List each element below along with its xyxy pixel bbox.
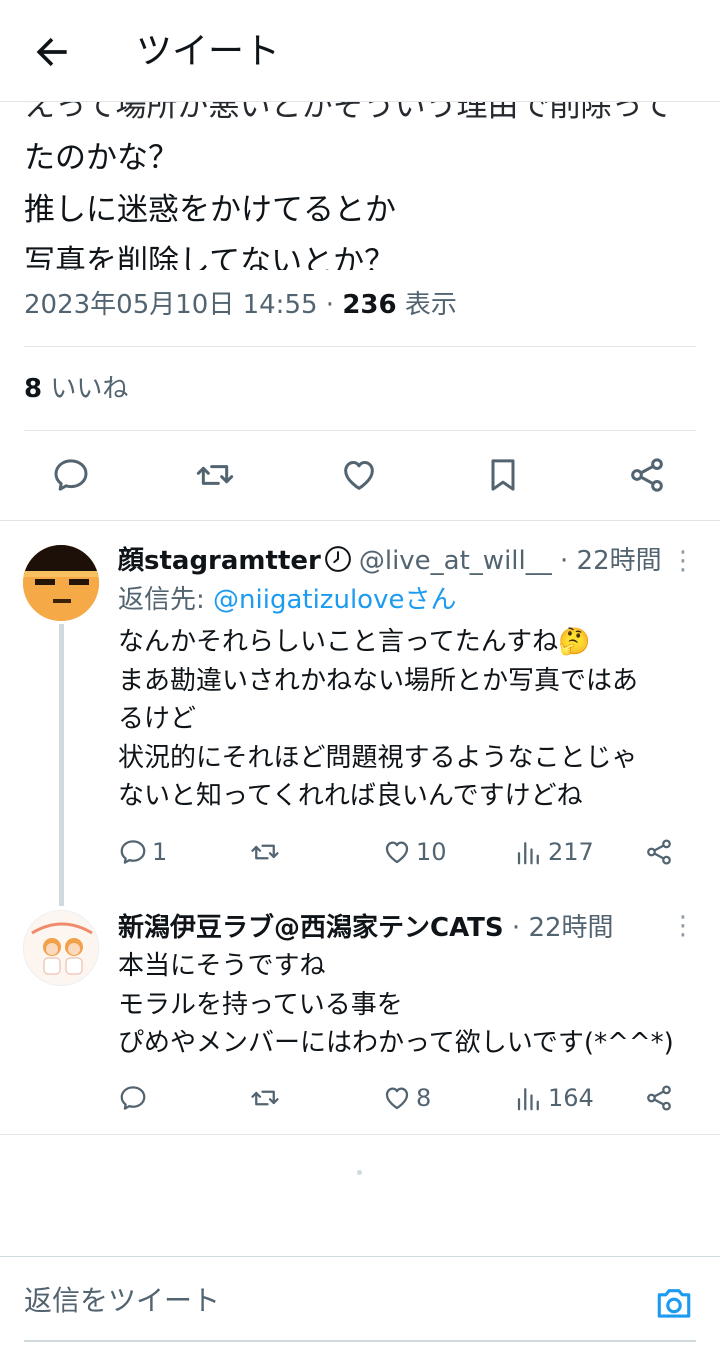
tweet-text: えって場所が悪いとかそういう理由で削除って たのかな？ 推しに迷惑をかけてるとか… bbox=[24, 80, 704, 270]
page-title: ツイート bbox=[136, 31, 281, 72]
time-ago[interactable]: · 22時間 bbox=[512, 913, 614, 943]
reply-composer: 返信をツイート bbox=[0, 1256, 720, 1346]
divider bbox=[0, 520, 720, 521]
likes-summary[interactable]: 8 いいね bbox=[24, 371, 128, 407]
retweet-button[interactable] bbox=[250, 834, 280, 870]
back-arrow-icon[interactable] bbox=[30, 30, 74, 74]
avatar[interactable] bbox=[23, 910, 99, 986]
reply-to-label: 返信先: bbox=[118, 585, 214, 615]
reply-text-line: なんかそれらしいこと言ってたんすね🤔 bbox=[118, 627, 591, 657]
analytics-icon bbox=[517, 842, 539, 865]
avatar[interactable] bbox=[23, 545, 99, 621]
reply-header: 顔stagramtter @live_at_will__ · 22時間 bbox=[118, 543, 662, 579]
reply-text: 本当にそうですね モラルを持っている事を ぴめやメンバーにはわかって欲しいです(… bbox=[118, 947, 703, 1063]
view-count: 236 bbox=[342, 290, 397, 320]
reply-icon bbox=[120, 1086, 146, 1110]
time-ago[interactable]: · 22時間 bbox=[560, 546, 662, 576]
reply-text-line: 本当にそうですね bbox=[118, 951, 326, 981]
heart-icon bbox=[385, 1087, 409, 1110]
heart-icon bbox=[344, 461, 374, 490]
like-button[interactable]: 8 bbox=[382, 1080, 431, 1116]
bookmark-button[interactable] bbox=[479, 451, 527, 499]
view-label: 表示 bbox=[396, 290, 457, 320]
divider bbox=[24, 346, 696, 347]
retweet-button[interactable] bbox=[191, 451, 239, 499]
reply-text-line: まあ勘違いされかねない場所とか写真ではあ bbox=[118, 665, 639, 696]
tweet-text-line: 写真を削除してないとか？ bbox=[24, 244, 396, 270]
more-options-icon[interactable]: ⋮ bbox=[670, 908, 696, 944]
camera-icon[interactable] bbox=[654, 1285, 694, 1321]
share-button[interactable] bbox=[644, 1080, 674, 1116]
reply-input[interactable]: 返信をツイート bbox=[24, 1281, 220, 1321]
tweet-meta: 2023年05月10日 14:55 · 236 表示 bbox=[24, 286, 457, 324]
top-bar: ツイート bbox=[0, 0, 720, 102]
input-underline bbox=[24, 1340, 696, 1342]
like-button[interactable] bbox=[335, 451, 383, 499]
retweet-button[interactable] bbox=[250, 1080, 280, 1116]
reply-text-line: モラルを持っている事を bbox=[118, 989, 403, 1020]
reply-text-line: るけど bbox=[118, 704, 197, 734]
display-name[interactable]: 新潟伊豆ラブ@西潟家テンCATS bbox=[118, 913, 504, 943]
clock-icon bbox=[324, 546, 351, 572]
tweet-text-line: たのかな？ bbox=[24, 140, 179, 176]
reply-header: 新潟伊豆ラブ@西潟家テンCATS · 22時間 bbox=[118, 910, 614, 946]
share-button[interactable] bbox=[623, 451, 671, 499]
tweet-text-line: 推しに迷惑をかけてるとか bbox=[24, 192, 396, 228]
likes-count: 8 bbox=[24, 374, 43, 404]
tweet-timestamp[interactable]: 2023年05月10日 14:55 · bbox=[24, 290, 342, 320]
reply-text-line: 状況的にそれほど問題視するようなことじゃ bbox=[118, 742, 638, 773]
reply-to-mention[interactable]: @niigatizuloveさん bbox=[213, 585, 456, 615]
reply-button[interactable] bbox=[118, 1080, 148, 1116]
analytics-icon bbox=[517, 1088, 539, 1111]
reply-text-line: ないと知ってくれれば良いんですけどね bbox=[118, 781, 583, 811]
loading-indicator bbox=[357, 1170, 362, 1175]
share-icon bbox=[631, 458, 663, 492]
reply-count: 1 bbox=[152, 838, 168, 866]
retweet-icon bbox=[251, 844, 279, 860]
display-name[interactable]: 顔stagramtter bbox=[118, 546, 321, 576]
view-count: 164 bbox=[548, 1084, 594, 1112]
retweet-icon bbox=[196, 465, 234, 485]
share-icon bbox=[647, 1085, 671, 1111]
reply-icon bbox=[120, 840, 146, 864]
avatar-image bbox=[24, 911, 98, 985]
reply-text-line: ぴめやメンバーにはわかって欲しいです(*^^*) bbox=[118, 1028, 674, 1058]
reply-button[interactable]: 1 bbox=[118, 834, 167, 870]
bookmark-icon bbox=[491, 459, 515, 491]
views-button[interactable]: 217 bbox=[514, 834, 594, 870]
divider bbox=[0, 1134, 720, 1135]
reply-button[interactable] bbox=[47, 451, 95, 499]
like-button[interactable]: 10 bbox=[382, 834, 447, 870]
avatar-image bbox=[23, 545, 99, 621]
like-count: 10 bbox=[416, 838, 447, 866]
views-button[interactable]: 164 bbox=[514, 1080, 594, 1116]
retweet-icon bbox=[251, 1090, 279, 1106]
thread-line bbox=[59, 624, 64, 906]
likes-label: いいね bbox=[42, 374, 129, 404]
heart-icon bbox=[385, 841, 409, 864]
view-count: 217 bbox=[548, 838, 594, 866]
reply-icon bbox=[54, 459, 88, 491]
share-button[interactable] bbox=[644, 834, 674, 870]
reply-text: なんかそれらしいこと言ってたんすね🤔 まあ勘違いされかねない場所とか写真ではあ … bbox=[118, 623, 703, 816]
user-handle[interactable]: @live_at_will__ bbox=[359, 546, 552, 576]
divider bbox=[24, 430, 696, 431]
reply-to: 返信先: @niigatizuloveさん bbox=[118, 582, 456, 618]
like-count: 8 bbox=[416, 1084, 432, 1112]
more-options-icon[interactable]: ⋮ bbox=[670, 543, 696, 579]
share-icon bbox=[647, 839, 671, 865]
